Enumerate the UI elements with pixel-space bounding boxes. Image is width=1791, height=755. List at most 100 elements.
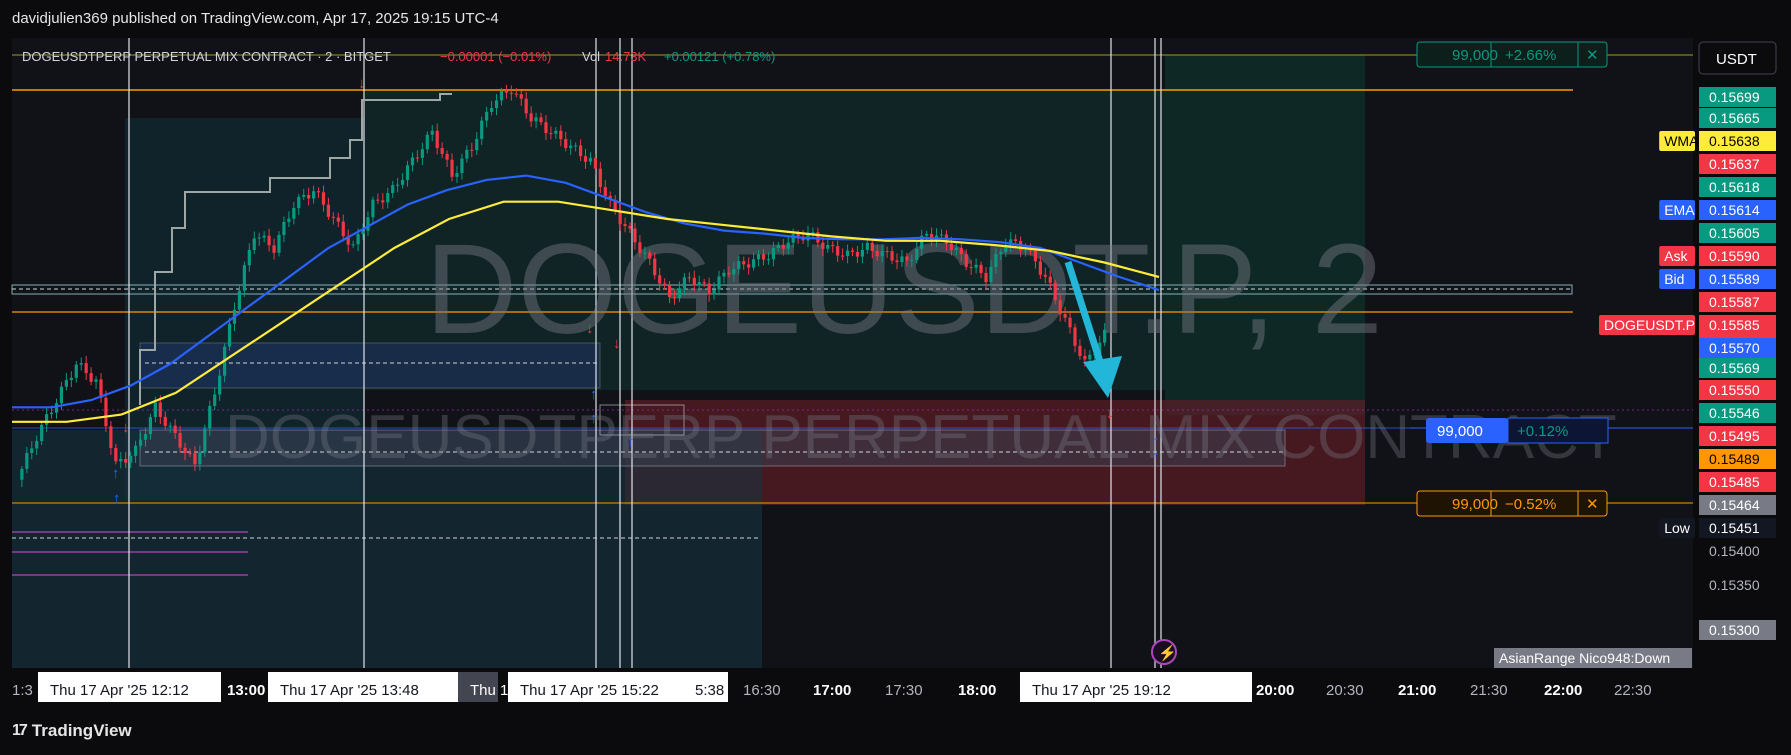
legend-vol-label: Vol (582, 49, 600, 64)
position-bar-stop-loss[interactable]: 99,000 −0.52% ✕ (1416, 490, 1608, 517)
position-bar-entry[interactable]: 99,000 +0.12% (1426, 417, 1609, 444)
crosshair-time-label: Thu 17 Apr '25 13:48 (268, 672, 461, 702)
price-chart[interactable]: DOGEUSDT.P, 2 DOGEUSDTPERP PERPETUAL MIX… (0, 0, 1791, 755)
time-tick-label: 16:30 (743, 682, 781, 699)
brand-name: TradingView (31, 721, 132, 740)
price-label: 0.15569 (1699, 358, 1776, 378)
time-tick-label: 17:00 (813, 682, 851, 699)
price-label: 0.15589 Bid (1659, 269, 1776, 289)
price-label: 0.15570 (1699, 338, 1776, 358)
legend-vol-change: +0.00121 (+0.78%) (664, 49, 775, 64)
time-tick-label: 17:30 (885, 682, 923, 699)
svg-text:0.15570: 0.15570 (1709, 340, 1760, 356)
price-label: 0.15464 (1699, 495, 1776, 515)
sell-signal-icon: ↓ (358, 75, 366, 92)
sell-signal-icon: ↓ (1106, 405, 1114, 422)
svg-text:Ask: Ask (1664, 248, 1688, 264)
crosshair-time-label: 5:38 (683, 672, 728, 702)
watermark-description: DOGEUSDTPERP PERPETUAL MIX CONTRACT (225, 403, 1617, 472)
svg-text:0.15665: 0.15665 (1709, 110, 1760, 126)
svg-text:USDT: USDT (1716, 51, 1757, 68)
close-position-icon[interactable]: ✕ (1586, 496, 1599, 513)
svg-text:0.15605: 0.15605 (1709, 225, 1760, 241)
position-pct: +0.12% (1517, 423, 1568, 440)
price-label: 0.15638 WMA (1659, 131, 1776, 151)
lightning-icon[interactable]: ⚡ (1151, 639, 1177, 665)
svg-text:0.15569: 0.15569 (1709, 360, 1760, 376)
price-label: 0.15489 (1699, 449, 1776, 469)
crosshair-time-label: Thu 17 Apr '25 12:12 (38, 672, 221, 702)
svg-text:0.15587: 0.15587 (1709, 294, 1760, 310)
svg-text:Thu 17 Apr '25 19:12: Thu 17 Apr '25 19:12 (1032, 682, 1171, 699)
tradingview-logo: 17 TradingView (12, 721, 132, 741)
position-bar-take-profit[interactable]: 99,000 +2.66% ✕ (1416, 41, 1608, 68)
price-label: 0.15637 (1699, 154, 1776, 174)
currency-button[interactable]: USDT (1698, 41, 1777, 75)
svg-text:0.15637: 0.15637 (1709, 156, 1760, 172)
svg-text:0.15589: 0.15589 (1709, 271, 1760, 287)
svg-text:0.15464: 0.15464 (1709, 497, 1760, 513)
legend-vol-value: 14.73K (605, 49, 647, 64)
price-label: 0.15300 (1699, 620, 1776, 640)
svg-text:Bid: Bid (1664, 271, 1684, 287)
svg-text:0.15618: 0.15618 (1709, 179, 1760, 195)
svg-text:0.15451: 0.15451 (1709, 520, 1760, 536)
price-label: 0.15665 (1699, 108, 1776, 128)
close-position-icon[interactable]: ✕ (1586, 47, 1599, 64)
price-label: 0.15495 (1699, 426, 1776, 446)
svg-text:5:38: 5:38 (695, 682, 724, 699)
svg-text:0.15489: 0.15489 (1709, 451, 1760, 467)
svg-text:DOGEUSDT.P: DOGEUSDT.P (1604, 317, 1695, 333)
price-label: 0.15605 (1699, 223, 1776, 243)
time-hover-labels: Thu 17 Apr '25 12:12 Thu 17 Apr '25 13:48… (38, 672, 1252, 702)
price-label: 0.15485 (1699, 472, 1776, 492)
indicator-label: AsianRange Nico948:Down (1499, 650, 1670, 666)
time-tick-label: 1:3 (12, 682, 33, 699)
buy-signal-icon: ↑ (590, 410, 598, 427)
svg-text:Thu 17 Apr '25 15:22: Thu 17 Apr '25 15:22 (520, 682, 659, 699)
svg-text:0.15300: 0.15300 (1709, 622, 1760, 638)
svg-text:⚡: ⚡ (1158, 644, 1177, 662)
svg-text:0.15495: 0.15495 (1709, 428, 1760, 444)
svg-text:0.15550: 0.15550 (1709, 382, 1760, 398)
crosshair-time-label: Thu 17 Apr '25 15:22 (508, 672, 683, 702)
buy-signal-icon: ↑ (1152, 448, 1160, 465)
svg-text:0.15485: 0.15485 (1709, 474, 1760, 490)
buy-signal-icon: ↑ (112, 465, 120, 482)
price-label: 0.15699 (1699, 87, 1776, 107)
price-label: 0.15614 EMA (1659, 200, 1776, 220)
svg-text:0.15638: 0.15638 (1709, 133, 1760, 149)
price-label: 0.15546 (1699, 403, 1776, 423)
time-tick-label: 22:00 (1544, 682, 1582, 699)
svg-text:0.15350: 0.15350 (1709, 577, 1760, 593)
time-tick-label: 13:00 (227, 682, 265, 699)
buy-signal-icon: ↑ (627, 433, 635, 450)
position-pct: +2.66% (1505, 47, 1556, 64)
time-tick-label: 20:00 (1256, 682, 1294, 699)
tradingview-logo-icon: 17 (12, 722, 28, 739)
sell-signal-icon: ↓ (586, 320, 594, 337)
svg-text:Thu 17 Apr '25 13:48: Thu 17 Apr '25 13:48 (280, 682, 419, 699)
time-tick-label: 21:00 (1398, 682, 1436, 699)
price-label: 0.15618 (1699, 177, 1776, 197)
time-tick-label: 20:30 (1326, 682, 1364, 699)
price-label: 0.15587 (1699, 292, 1776, 312)
time-tick-label: 22:30 (1614, 682, 1652, 699)
svg-text:0.15585: 0.15585 (1709, 317, 1760, 333)
time-tick-label: 18:00 (958, 682, 996, 699)
price-label: 0.15350 (1709, 577, 1760, 593)
legend-symbol: DOGEUSDTPERP PERPETUAL MIX CONTRACT · 2 … (22, 49, 391, 64)
buy-signal-icon: ↑ (1152, 433, 1160, 450)
crosshair-time-label: Thu 17 Apr '25 19:12 (1020, 672, 1252, 702)
svg-text:Thu 17 Apr '25 12:12: Thu 17 Apr '25 12:12 (50, 682, 189, 699)
buy-signal-icon: ↑ (113, 490, 121, 507)
svg-text:Thu 1: Thu 1 (470, 682, 508, 699)
svg-text:0.15590: 0.15590 (1709, 248, 1760, 264)
svg-text:0.15699: 0.15699 (1709, 89, 1760, 105)
price-label: 0.15550 (1699, 380, 1776, 400)
legend-change: −0.00001 (−0.01%) (440, 49, 551, 64)
buy-signal-icon: ↑ (590, 386, 598, 403)
sell-signal-icon: ↓ (613, 335, 621, 352)
candle-up (203, 424, 207, 457)
price-label: 0.15451 Low (1659, 518, 1776, 538)
